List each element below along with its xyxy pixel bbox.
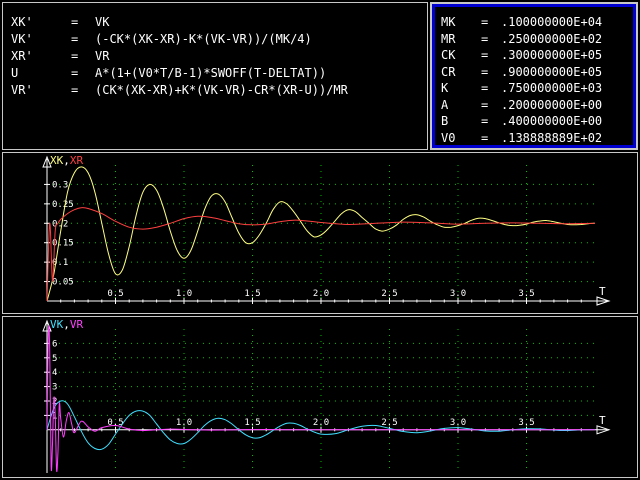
parameter-equals: = [481, 15, 489, 29]
equation-lhs: XK' [11, 15, 33, 29]
parameter-name: MK [441, 15, 456, 29]
parameter-row: V0 = .138888889E+02 [441, 131, 602, 145]
x-tick-label: 2.0 [313, 289, 329, 299]
x-tick-label: 2.5 [381, 289, 397, 299]
x-axis-label: T [599, 285, 606, 298]
equation-row: XR' = VR [11, 49, 109, 63]
parameter-equals: = [481, 31, 489, 46]
parameter-row: K = .750000000E+03 [441, 81, 602, 95]
parameter-row: MK = .100000000E+04 [441, 15, 602, 29]
plot-position-panel: 0.5 1.0 1.5 2.0 2.5 3.0 3.5 T 0.05 0.1 0.15 0.2 0.25… [2, 152, 638, 314]
series-line-xk [46, 166, 596, 302]
equation-lhs: VR' [11, 83, 33, 97]
equation-lhs: XR' [11, 49, 33, 63]
equation-row: VK' = (-CK*(XK-XR)-K*(VK-VR))/(MK/4) [11, 32, 312, 46]
equation-equals: = [71, 49, 79, 63]
parameter-name: B [441, 114, 449, 128]
series-line-xr [46, 207, 596, 302]
equation-rhs: A*(1+(V0*T/B-1)*SWOFF(T-DELTAT)) [95, 66, 327, 80]
plot-velocity-chart: 0.5 1.0 1.5 2.0 2.5 3.0 3.5 T123456VK,VR [42, 318, 611, 473]
parameter-value: .250000000E+02 [501, 31, 603, 46]
parameter-row: B = .400000000E+00 [441, 114, 602, 128]
parameter-equals: = [481, 97, 489, 112]
equation-lhs: VK' [11, 32, 33, 46]
legend-separator: , [63, 318, 70, 331]
plot-position-chart: 0.5 1.0 1.5 2.0 2.5 3.0 3.5 T 0.05 0.1 0.15 0.2 0.25… [42, 154, 611, 306]
equation-equals: = [71, 83, 79, 97]
equation-equals: = [71, 66, 79, 80]
y-tick-label: 0.15 [52, 239, 74, 249]
parameter-value: .138888889E+02 [501, 130, 603, 145]
x-tick-label: 1.0 [176, 418, 192, 428]
parameter-value: .750000000E+03 [501, 81, 603, 95]
y-tick-label: 0.25 [52, 200, 74, 210]
equation-lhs: U [11, 66, 19, 80]
parameter-row: CR = .900000000E+05 [441, 65, 602, 79]
parameter-value: .100000000E+04 [501, 15, 603, 29]
parameter-name: CK [441, 48, 456, 62]
equation-equals: = [71, 15, 79, 29]
y-tick-label: 3 [52, 383, 57, 393]
legend: VK,VR [50, 318, 83, 331]
x-tick-label: 1.0 [176, 289, 192, 299]
x-tick-label: 1.5 [244, 289, 260, 299]
y-tick-label: 5 [52, 354, 57, 364]
legend-series-1: VK [50, 318, 64, 331]
parameter-name: CR [441, 64, 456, 79]
parameter-name: K [441, 81, 449, 95]
parameter-equals: = [481, 114, 489, 128]
equation-rhs: (CK*(XK-XR)+K*(VK-VR)-CR*(XR-U))/MR [95, 83, 348, 97]
parameter-value: .400000000E+00 [501, 114, 603, 128]
equation-rhs: (-CK*(XK-XR)-K*(VK-VR))/(MK/4) [95, 32, 312, 46]
x-tick-label: 3.5 [518, 418, 534, 428]
y-tick-label: 0.2 [52, 219, 68, 229]
x-tick-label: 3.0 [450, 289, 466, 299]
x-tick-label: 1.5 [244, 418, 260, 428]
parameter-name: A [441, 97, 449, 112]
parameter-equals: = [481, 130, 489, 145]
x-tick-label: 3.0 [450, 418, 466, 428]
equation-equals: = [71, 32, 79, 46]
parameter-row: MR = .250000000E+02 [441, 32, 602, 46]
equation-row: U = A*(1+(V0*T/B-1)*SWOFF(T-DELTAT)) [11, 66, 326, 80]
parameter-name: V0 [441, 130, 456, 145]
parameter-equals: = [481, 64, 489, 79]
plot-velocity-panel: 0.5 1.0 1.5 2.0 2.5 3.0 3.5 T 1 2 3 4 5 6 VK,VR [2, 316, 638, 478]
x-tick-label: 3.5 [518, 289, 534, 299]
parameters-panel: MK = .100000000E+04 MR = .250000000E+02 CK = .30… [430, 2, 638, 150]
legend: XK,XR [50, 154, 83, 167]
legend-series-2: XR [70, 154, 84, 167]
parameters-list: MK = .100000000E+04 MR = .250000000E+02 CK = .30… [435, 7, 633, 145]
equation-rhs: VR [95, 49, 110, 63]
equation-row: VR' = (CK*(XK-XR)+K*(VK-VR)-CR*(XR-U))/MR [11, 83, 348, 97]
parameter-equals: = [481, 81, 489, 95]
legend-series-1: XK [50, 154, 64, 167]
x-axis-label: T [599, 414, 606, 427]
equation-rhs: VK [95, 15, 110, 29]
parameter-value: .900000000E+05 [501, 64, 603, 79]
x-tick-label: 2.0 [313, 418, 329, 428]
parameter-value: .300000000E+05 [501, 48, 603, 62]
parameter-row: CK = .300000000E+05 [441, 48, 602, 62]
y-tick-label: 0.3 [52, 180, 68, 190]
x-tick-label: 0.5 [107, 289, 123, 299]
equation-row: XK' = VK [11, 15, 109, 29]
y-tick-label: 4 [52, 368, 57, 378]
y-tick-label: 0.1 [52, 258, 68, 268]
parameter-value: .200000000E+00 [501, 97, 603, 112]
legend-series-2: VR [70, 318, 84, 331]
parameter-equals: = [481, 48, 489, 62]
y-tick-label: 0.05 [52, 278, 74, 288]
equations-panel: XK' = VK VK' = (-CK*(XK-XR)-K*(VK-VR))/(MK/4)… [2, 2, 428, 150]
legend-separator: , [63, 154, 70, 167]
parameter-row: A = .200000000E+00 [441, 98, 602, 112]
y-tick-label: 6 [52, 339, 57, 349]
x-tick-label: 2.5 [381, 418, 397, 428]
parameter-name: MR [441, 31, 456, 46]
